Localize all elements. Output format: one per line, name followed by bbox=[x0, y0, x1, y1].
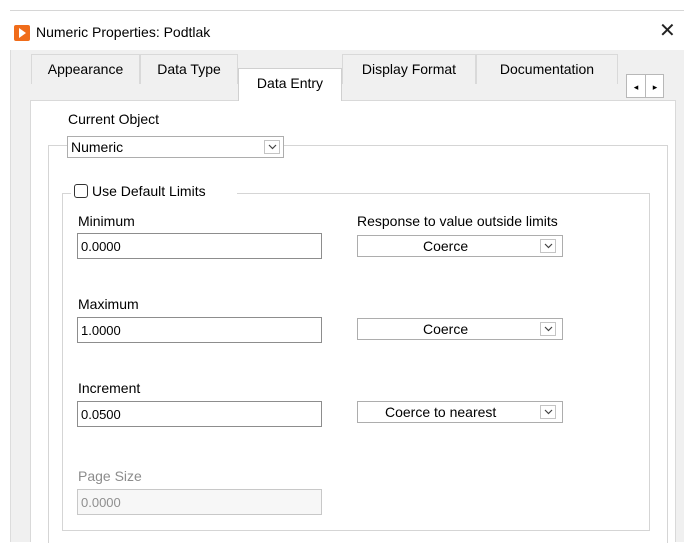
increment-input[interactable] bbox=[77, 401, 322, 427]
numeric-properties-dialog: Numeric Properties: Podtlak ✕ Appearance… bbox=[0, 0, 684, 543]
response-outside-limits-label: Response to value outside limits bbox=[357, 213, 558, 229]
minimum-response-dropdown[interactable]: Coerce bbox=[357, 235, 563, 257]
limits-groupbox-header: Use Default Limits bbox=[71, 180, 237, 202]
chevron-down-icon bbox=[264, 140, 280, 154]
chevron-down-icon bbox=[540, 405, 556, 419]
tab-data-type[interactable]: Data Type bbox=[140, 54, 238, 84]
dialog-body: Appearance Data Type Data Entry Display … bbox=[10, 50, 684, 543]
chevron-down-icon bbox=[540, 322, 556, 336]
tab-scroll-control: ◂ ▸ bbox=[626, 74, 664, 98]
current-object-value: Numeric bbox=[71, 139, 124, 155]
maximum-response-dropdown[interactable]: Coerce bbox=[357, 318, 563, 340]
increment-response-value: Coerce to nearest bbox=[385, 404, 497, 420]
minimum-label: Minimum bbox=[78, 213, 135, 229]
tab-data-entry[interactable]: Data Entry bbox=[238, 68, 342, 101]
increment-response-dropdown[interactable]: Coerce to nearest bbox=[357, 401, 563, 423]
dialog-left-border bbox=[10, 50, 11, 542]
tab-display-format[interactable]: Display Format bbox=[342, 54, 476, 84]
increment-label: Increment bbox=[78, 380, 141, 396]
close-icon[interactable]: ✕ bbox=[659, 19, 676, 43]
maximum-label: Maximum bbox=[78, 296, 139, 312]
tab-scroll-right-icon[interactable]: ▸ bbox=[646, 80, 664, 94]
page-size-label: Page Size bbox=[78, 468, 142, 484]
use-default-limits-checkbox[interactable] bbox=[74, 184, 88, 198]
page-size-input bbox=[77, 489, 322, 515]
window-top-border bbox=[10, 10, 684, 11]
current-object-label: Current Object bbox=[68, 111, 160, 127]
data-entry-panel: Current Object Numeric Use Default Limit… bbox=[30, 100, 676, 543]
chevron-down-icon bbox=[540, 239, 556, 253]
maximum-response-value: Coerce bbox=[423, 321, 469, 337]
window-title: Numeric Properties: Podtlak bbox=[36, 24, 211, 40]
maximum-input[interactable] bbox=[77, 317, 322, 343]
tab-scroll-left-icon[interactable]: ◂ bbox=[627, 80, 645, 94]
labview-icon bbox=[14, 25, 30, 41]
use-default-limits-label: Use Default Limits bbox=[92, 183, 206, 199]
current-object-dropdown[interactable]: Numeric bbox=[67, 136, 284, 158]
tab-appearance[interactable]: Appearance bbox=[31, 54, 140, 84]
minimum-response-value: Coerce bbox=[423, 238, 469, 254]
minimum-input[interactable] bbox=[77, 233, 322, 259]
tab-documentation[interactable]: Documentation bbox=[476, 54, 618, 84]
